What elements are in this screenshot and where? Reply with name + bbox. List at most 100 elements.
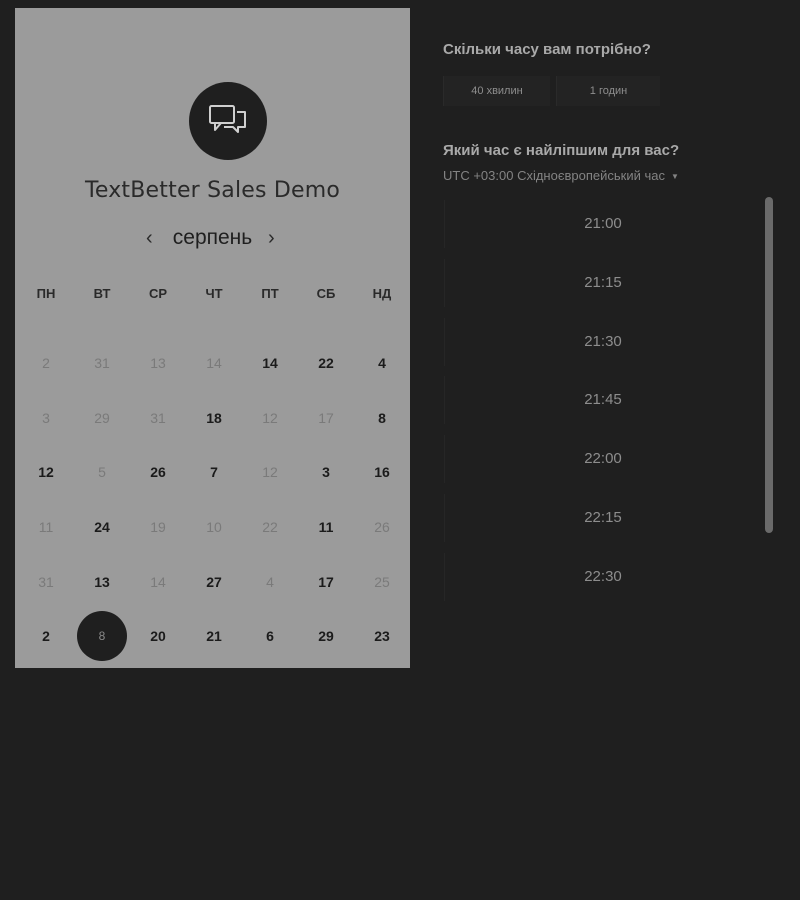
calendar-day: 31 [74, 336, 130, 391]
calendar-day[interactable]: 6 [242, 609, 298, 664]
calendar-day[interactable]: 24 [74, 500, 130, 555]
calendar-day: 4 [242, 554, 298, 609]
timezone-select[interactable]: UTC +03:00 Східноєвропейський час ▼ [443, 168, 679, 183]
calendar-day-number: 17 [318, 573, 334, 590]
calendar-day: 10 [186, 500, 242, 555]
calendar-day-number: 4 [378, 355, 386, 372]
duration-heading: Скільки часу вам потрібно? [443, 41, 651, 58]
calendar-day[interactable]: 7 [186, 445, 242, 500]
calendar-day: 22 [242, 500, 298, 555]
calendar-day[interactable]: 11 [298, 500, 354, 555]
calendar-day-number: 13 [150, 355, 166, 372]
calendar-day: 31 [18, 554, 74, 609]
calendar-day-number: 8 [98, 629, 106, 644]
calendar-day: 31 [130, 391, 186, 446]
calendar-day-number: 17 [318, 409, 334, 426]
calendar-day-number: 29 [318, 628, 334, 645]
calendar-day-number: 12 [262, 409, 278, 426]
calendar-day[interactable]: 17 [298, 554, 354, 609]
weekday-header: ПН ВТ СР ЧТ ПТ СБ НД [18, 286, 410, 301]
calendar-day-number: 29 [94, 409, 110, 426]
calendar-day[interactable]: 12 [18, 445, 74, 500]
chevron-down-icon: ▼ [670, 172, 679, 182]
calendar-day[interactable]: 21 [186, 609, 242, 664]
calendar-day[interactable]: 8 [354, 391, 410, 446]
calendar-day-number: 3 [42, 409, 50, 426]
time-heading: Який час є найліпшим для вас? [443, 142, 680, 159]
duration-option-1-hour[interactable]: 1 годин [556, 76, 660, 106]
time-slot[interactable]: 21:30 [444, 317, 760, 366]
calendar-day-number: 24 [94, 519, 110, 536]
calendar-day-number: 7 [210, 464, 218, 481]
calendar-day-number: 12 [38, 464, 54, 481]
time-slot[interactable]: 22:00 [444, 435, 760, 484]
calendar-day-number: 12 [262, 464, 278, 481]
calendar-day-number: 25 [374, 573, 390, 590]
weekday-wed: СР [148, 286, 168, 301]
calendar-day-number: 11 [318, 519, 334, 536]
calendar-day[interactable]: 27 [186, 554, 242, 609]
calendar-day: 26 [354, 500, 410, 555]
time-slot[interactable]: 21:15 [444, 258, 760, 307]
calendar-day-number: 6 [266, 628, 274, 645]
calendar-day: 25 [354, 554, 410, 609]
month-label: серпень [172, 226, 253, 249]
time-slot[interactable]: 22:15 [444, 494, 760, 542]
calendar-day[interactable]: 4 [354, 336, 410, 391]
calendar-day-number: 8 [378, 409, 386, 426]
calendar-day: 3 [18, 391, 74, 446]
calendar-day[interactable]: 29 [298, 609, 354, 664]
timezone-label: UTC +03:00 Східноєвропейський час [443, 168, 665, 183]
calendar-day[interactable]: 2 [18, 609, 74, 664]
calendar-day: 5 [74, 445, 130, 500]
calendar-day[interactable]: 13 [74, 554, 130, 609]
calendar-day[interactable]: 3 [298, 445, 354, 500]
calendar-panel: TextBetter Sales Demo ‹ серпень › ПН ВТ … [15, 8, 410, 668]
calendar-day-number: 2 [42, 628, 50, 645]
calendar-day-number: 21 [206, 628, 222, 645]
calendar-day-number: 31 [94, 355, 110, 372]
calendar-day[interactable]: 14 [242, 336, 298, 391]
weekday-sun: НД [372, 286, 392, 301]
weekday-mon: ПН [36, 286, 56, 301]
product-logo [189, 82, 267, 160]
calendar-day-number: 23 [374, 628, 390, 645]
time-slot[interactable]: 21:45 [444, 376, 760, 425]
booking-page: TextBetter Sales Demo ‹ серпень › ПН ВТ … [0, 0, 800, 900]
calendar-day-selected[interactable]: 8 [74, 609, 130, 664]
calendar-day-number: 4 [266, 573, 274, 590]
time-slot-scrollbar[interactable] [765, 197, 773, 533]
product-title: TextBetter Sales Demo [84, 178, 341, 203]
calendar-day[interactable]: 16 [354, 445, 410, 500]
calendar-day: 14 [130, 554, 186, 609]
calendar-day: 12 [242, 445, 298, 500]
calendar-day-number: 16 [374, 464, 390, 481]
calendar-day: 29 [74, 391, 130, 446]
weekday-thu: ЧТ [205, 286, 223, 301]
calendar-day-number: 31 [150, 409, 166, 426]
time-slot-list: 21:00 21:15 21:30 21:45 22:00 22:15 22:30 [444, 200, 760, 605]
time-slot[interactable]: 21:00 [444, 200, 760, 248]
calendar-day: 17 [298, 391, 354, 446]
calendar-day-number: 5 [98, 464, 106, 481]
calendar-day-number: 22 [262, 519, 278, 536]
weekday-sat: СБ [316, 286, 336, 301]
calendar-day[interactable]: 20 [130, 609, 186, 664]
calendar-day[interactable]: 26 [130, 445, 186, 500]
weekday-tue: ВТ [93, 286, 111, 301]
duration-option-40-min[interactable]: 40 хвилин [443, 76, 550, 106]
calendar-day-number: 2 [42, 355, 50, 372]
next-month-icon[interactable]: › [268, 228, 275, 248]
calendar-day: 14 [186, 336, 242, 391]
calendar-day[interactable]: 22 [298, 336, 354, 391]
calendar-day-number: 26 [374, 519, 390, 536]
calendar-day[interactable]: 18 [186, 391, 242, 446]
month-navigation: ‹ серпень › [15, 226, 410, 252]
time-slot[interactable]: 22:30 [444, 552, 760, 601]
calendar-day: 11 [18, 500, 74, 555]
calendar-day: 13 [130, 336, 186, 391]
calendar-day[interactable]: 23 [354, 609, 410, 664]
calendar-day-number: 14 [262, 355, 278, 372]
calendar-days-grid: 2 31 13 14 14 22 4 3 29 31 18 12 17 8 12 5 26 7 12 3 16 11 24 1… [18, 336, 410, 664]
calendar-day: 12 [242, 391, 298, 446]
